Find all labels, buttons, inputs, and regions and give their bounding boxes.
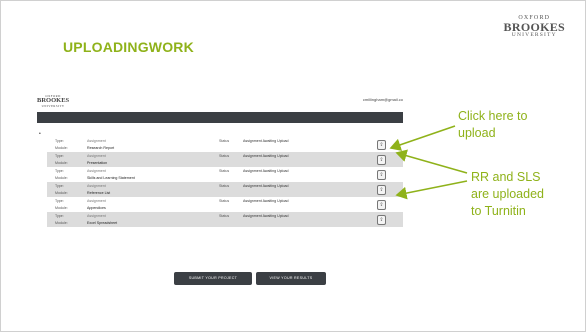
slide: UPLOADINGWORK OXFORD BROOKES UNIVERSITY … xyxy=(0,0,586,332)
arrow-to-upload-icon xyxy=(389,125,456,151)
callout-arrows xyxy=(389,125,468,200)
turnitin-callout: RR and SLS are uploaded to Turnitin xyxy=(471,169,544,220)
arrow-to-research-report xyxy=(395,149,468,174)
upload-callout-line-1: Click here to xyxy=(458,109,528,123)
upload-callout: Click here to upload xyxy=(458,108,527,142)
upload-callout-line-2: upload xyxy=(458,126,496,140)
turnitin-callout-line-1: RR and SLS xyxy=(471,170,541,184)
arrow-to-skills-statement xyxy=(395,180,468,200)
turnitin-callout-line-3: to Turnitin xyxy=(471,204,526,218)
turnitin-callout-line-2: are uploaded xyxy=(471,187,544,201)
